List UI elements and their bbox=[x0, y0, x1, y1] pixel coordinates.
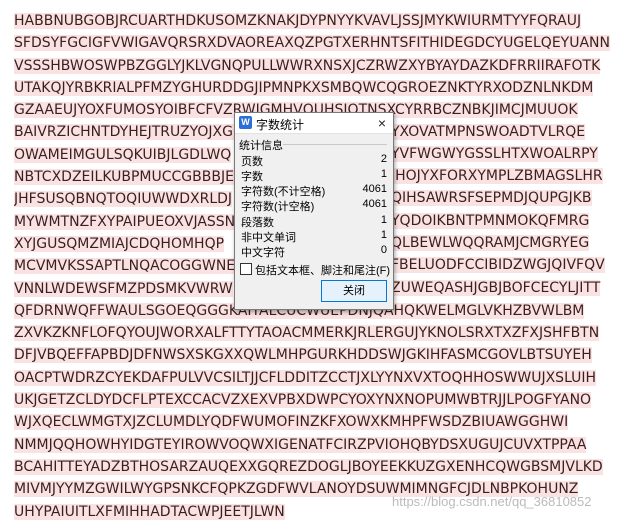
stat-label: 非中文单词 bbox=[241, 232, 296, 244]
group-separator bbox=[283, 144, 387, 145]
text-line: WJXQECLWMGTXJZCLUMDLYQDFWUMOFINZKFXOWXKM… bbox=[14, 414, 569, 431]
stat-label: 中文字符 bbox=[241, 247, 285, 259]
text-line: UKJGETZCLDYDCFLPTEXCCACVZXEXVPBXDWPCYOXY… bbox=[14, 392, 592, 409]
text-line: OACPTWDRZCYEKDAFPULVVCSILTJJCFLDDITZCCTJ… bbox=[14, 369, 597, 386]
stat-label: 字符数(计空格) bbox=[241, 201, 315, 213]
text-line-fragment: YQDOIKBNTPMNMOKQFMRG bbox=[391, 213, 590, 229]
dialog-title: 字数统计 bbox=[256, 118, 305, 132]
stat-value: 4061 bbox=[362, 198, 387, 210]
stat-row-paragraphs: 段落数 1 bbox=[241, 214, 387, 229]
text-line: HABBNUBGOBJRCUARTHDKUSOMZKNAKJDYPNYYKVAV… bbox=[14, 13, 582, 29]
text-line: BCAHITTEYADZBTHOSARZAUQEXXGQREZDOGLJBOYE… bbox=[14, 458, 603, 475]
text-line-fragment: YVFWGWYGSSLHTXWOALRPY bbox=[391, 146, 598, 162]
stat-value: 4061 bbox=[362, 183, 387, 195]
stat-value: 1 bbox=[380, 214, 387, 226]
text-line: UTAKQJYRBKRIALPFMZYGHURDDGJIPMNPKXSMBQWC… bbox=[14, 79, 594, 96]
stats-group-label: 统计信息 bbox=[239, 140, 283, 152]
stat-label: 字符数(不计空格) bbox=[241, 186, 326, 198]
stat-row-chars-with-spaces: 字符数(计空格) 4061 bbox=[241, 198, 387, 213]
stat-value: 1 bbox=[380, 168, 387, 180]
close-button[interactable]: 关闭 bbox=[321, 280, 387, 302]
stat-label: 字数 bbox=[241, 171, 263, 183]
text-line: DFJVBQEFFAPBDJDFNWSXSKGXXQWLMHPGURKHDDSW… bbox=[14, 347, 592, 364]
stat-label: 段落数 bbox=[241, 217, 274, 229]
include-textboxes-checkbox[interactable] bbox=[240, 263, 252, 275]
dialog-titlebar[interactable]: W 字数统计 × bbox=[235, 113, 393, 134]
stat-value: 0 bbox=[380, 244, 387, 256]
text-line-fragment: YXOVATMPNSWOADTVLRQE bbox=[391, 124, 586, 140]
stat-value: 2 bbox=[380, 153, 387, 165]
text-line-fragment: IHOJYXFORXYMPLZBMAGSLHR bbox=[391, 168, 603, 184]
text-line-fragment: QLBEWLWQQRAMJCMGRYEG bbox=[391, 235, 590, 251]
stat-label: 页数 bbox=[241, 156, 263, 168]
text-line-fragment: QIHSAWRSFSEPMDJQUPGJKB bbox=[391, 190, 592, 206]
wps-writer-icon: W bbox=[239, 116, 252, 129]
text-line-fragment: ZUWEQASHJGBJBOFCECYLJITT bbox=[391, 280, 601, 296]
text-line: ZXVKZKNFLOFQYOUJWORXALFTTYTAOACMMERKJRLE… bbox=[14, 325, 600, 342]
text-line: NMMJQQHOWHYIDGTEYIROWVOQWXIGENATFCIRZPVI… bbox=[14, 436, 587, 453]
stat-value: 1 bbox=[380, 229, 387, 241]
stat-row-chars-no-spaces: 字符数(不计空格) 4061 bbox=[241, 183, 387, 198]
include-textboxes-label[interactable]: 包括文本框、脚注和尾注(F) bbox=[255, 262, 390, 278]
word-count-dialog: W 字数统计 × 统计信息 页数 2 字数 1 字符数(不计空格) 4061 字… bbox=[234, 112, 394, 310]
close-icon[interactable]: × bbox=[373, 114, 391, 132]
text-line: SFDSYFGCIGFVWIGAVQRSRXDVAOREAXQZPGTXERHN… bbox=[14, 35, 610, 52]
stat-row-pages: 页数 2 bbox=[241, 153, 387, 168]
watermark-url: https://blog.csdn.net/qq_36810852 bbox=[392, 494, 592, 509]
stat-row-non-chinese-words: 非中文单词 1 bbox=[241, 229, 387, 244]
text-line: VSSSHBWOSWPBZGGLYJKLVGNQPULLWWRXNSXJCZRW… bbox=[14, 57, 601, 74]
stat-row-words: 字数 1 bbox=[241, 168, 387, 183]
text-line-fragment: FBELUODFCCIBIDZWGJQIVFQV bbox=[391, 257, 605, 273]
stat-row-chinese-chars: 中文字符 0 bbox=[241, 244, 387, 259]
